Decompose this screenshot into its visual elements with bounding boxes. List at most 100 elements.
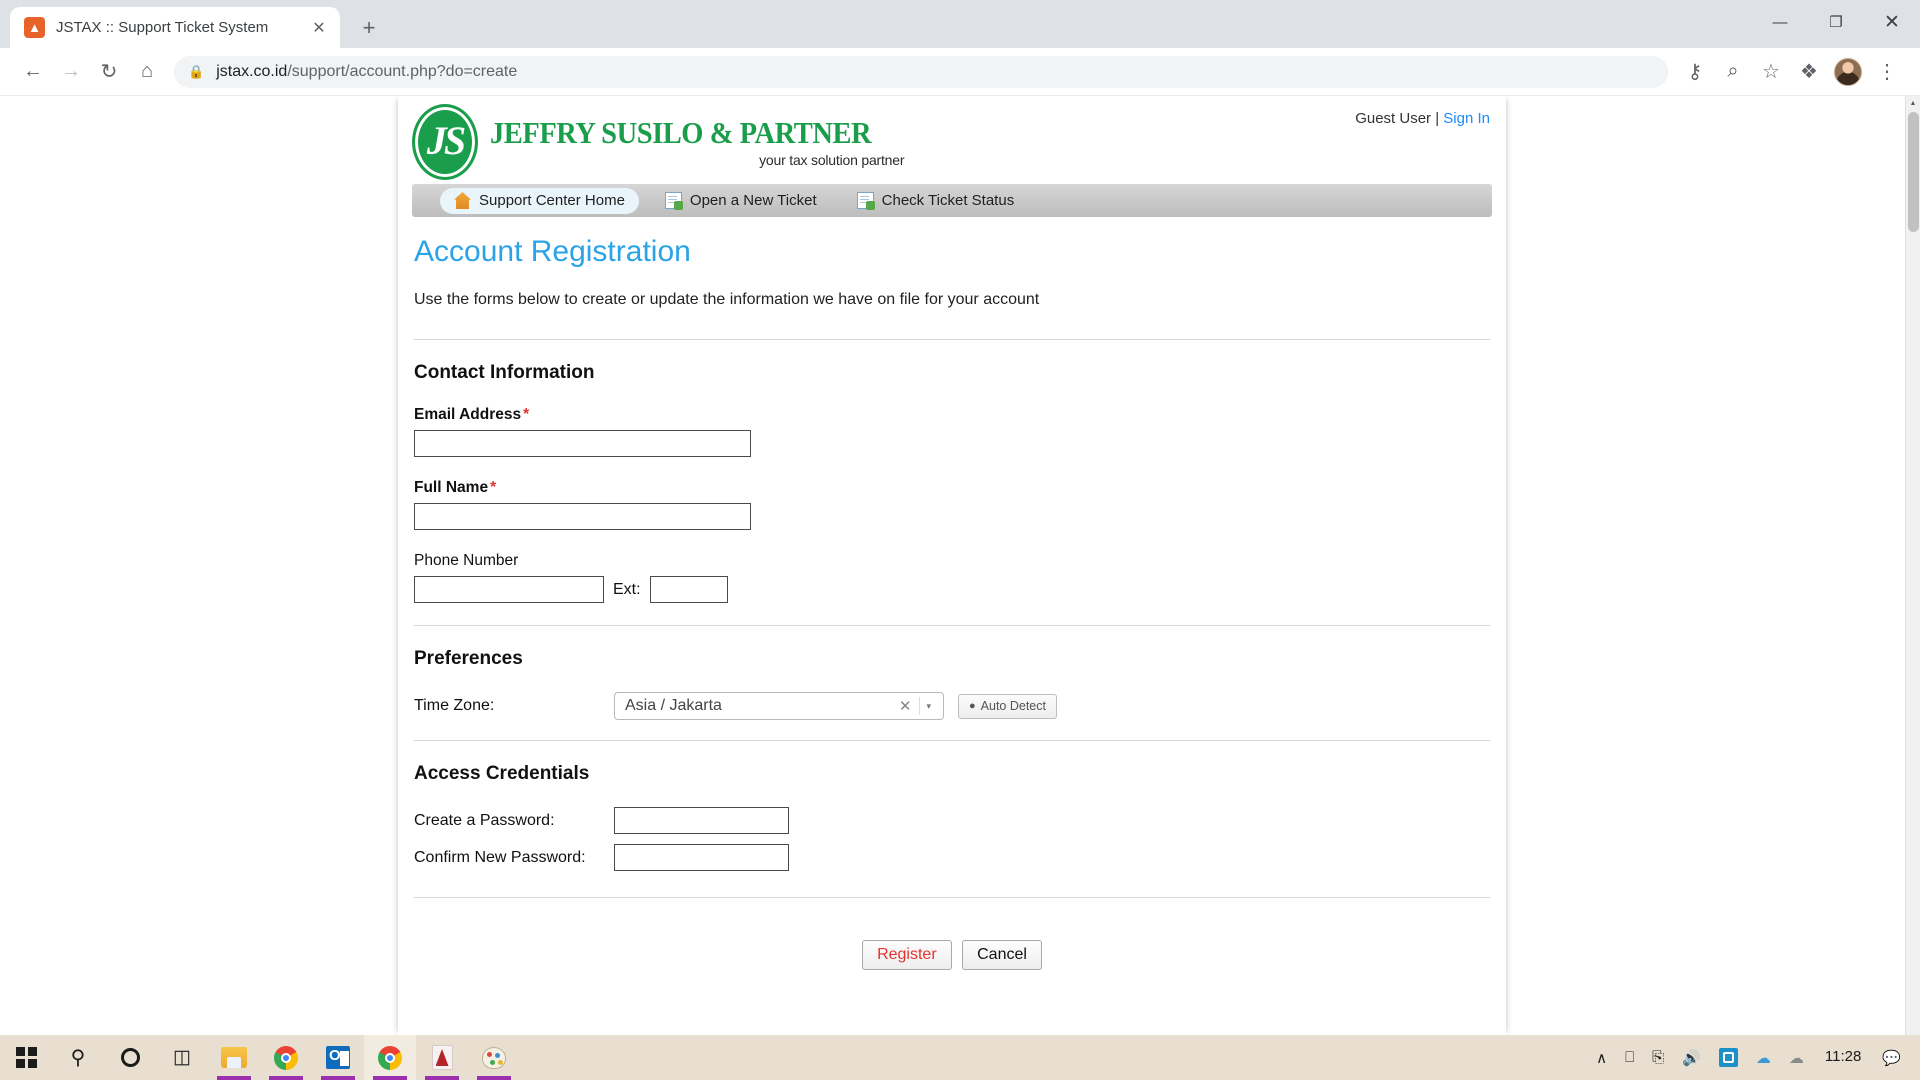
monitor-icon[interactable]: ⎘ [1643,1049,1673,1066]
task-view-button[interactable]: ◫ [156,1035,208,1080]
extensions-puzzle-icon[interactable]: ❖ [1790,53,1828,91]
outlook-button[interactable] [312,1035,364,1080]
create-password-row: Create a Password: [414,807,1490,834]
profile-avatar[interactable] [1834,57,1862,86]
app-tray-icon[interactable] [1710,1048,1747,1067]
acrobat-button[interactable] [416,1035,468,1080]
tab-title: JSTAX :: Support Ticket System [56,19,269,36]
scrollbar-thumb[interactable] [1908,112,1919,232]
chrome-menu-icon[interactable]: ⋮ [1868,53,1906,91]
display-icon[interactable]: ⎕ [1616,1049,1643,1066]
nav-tab-support-center-home[interactable]: Support Center Home [440,187,639,214]
minimize-button[interactable]: — [1752,0,1808,44]
windows-taskbar: ⚲ ◫ ∧ ⎕ ⎘ 🔊 ☁ ☁ 11:28 💬 [0,1035,1920,1080]
ext-input[interactable] [649,576,728,603]
new-tab-button[interactable]: + [352,11,386,45]
logo-company-name: JEFFRY SUSILO & PARTNER [490,114,872,150]
nav-tab-check-ticket-status[interactable]: Check Ticket Status [843,188,1029,214]
section-title-preferences: Preferences [414,648,523,669]
form-actions: Register Cancel [414,920,1490,998]
task-view-icon: ◫ [173,1047,191,1068]
user-area: Guest User | Sign In [1355,110,1490,127]
fullname-label: Full Name * [414,479,1490,497]
paint-button[interactable] [468,1035,520,1080]
onedrive-icon[interactable]: ☁ [1747,1049,1780,1067]
maximize-button[interactable]: ❐ [1808,0,1864,44]
lock-icon: 🔒 [188,63,205,79]
home-icon[interactable]: ⌂ [128,53,166,91]
address-bar[interactable]: 🔒 jstax.co.id/support/account.php?do=cre… [174,55,1668,88]
check-status-icon [856,192,875,210]
phone-label: Phone Number [414,552,519,569]
cloud-icon[interactable]: ☁ [1780,1049,1813,1067]
chrome-button[interactable] [260,1035,312,1080]
search-icon: ⚲ [70,1047,86,1069]
email-input[interactable] [414,430,751,457]
nav-tab-open-new-ticket[interactable]: Open a New Ticket [651,188,831,214]
password-key-icon[interactable]: ⚷ [1676,53,1714,91]
scroll-up-arrow-icon[interactable]: ▲ [1906,96,1920,111]
email-label: Email Address * [414,406,1490,424]
chrome-browser-window: ▲ JSTAX :: Support Ticket System ✕ + — ❐… [0,0,1920,1035]
sign-in-link[interactable]: Sign In [1443,110,1490,127]
page-title: Account Registration [414,235,691,268]
timezone-label: Time Zone: [414,697,495,714]
taskbar-clock[interactable]: 11:28 [1813,1049,1873,1066]
close-icon[interactable]: ✕ [308,17,330,39]
browser-tab[interactable]: ▲ JSTAX :: Support Ticket System ✕ [10,7,340,48]
reload-icon[interactable]: ↻ [90,53,128,91]
auto-detect-button[interactable]: ● Auto Detect [958,693,1057,719]
phone-input[interactable] [414,576,604,603]
jstax-favicon: ▲ [24,17,45,38]
search-button[interactable]: ⚲ [52,1035,104,1080]
phone-field-group: Phone Number Ext: [414,552,1490,603]
browser-toolbar: ← → ↻ ⌂ 🔒 jstax.co.id/support/account.ph… [0,48,1920,96]
file-explorer-button[interactable] [208,1035,260,1080]
confirm-password-row: Confirm New Password: [414,844,1490,871]
ext-label: Ext: [613,580,641,598]
fullname-input[interactable] [414,503,751,530]
site-header: JS JEFFRY SUSILO & PARTNER your tax solu… [398,96,1506,184]
timezone-select[interactable]: Asia / Jakarta ✕ ▾ [614,692,944,720]
forward-icon[interactable]: → [52,53,90,91]
site-logo[interactable]: JS JEFFRY SUSILO & PARTNER your tax solu… [412,104,905,180]
chrome-active-button[interactable] [364,1035,416,1080]
tray-expand-chevron-icon[interactable]: ∧ [1587,1049,1616,1067]
cortana-circle-icon [120,1048,140,1067]
notification-center-icon[interactable]: 💬 [1873,1049,1910,1067]
start-button[interactable] [0,1035,52,1080]
clear-icon[interactable]: ✕ [891,697,920,715]
cortana-button[interactable] [104,1035,156,1080]
logo-badge-icon: JS [412,104,478,180]
website-page: JS JEFFRY SUSILO & PARTNER your tax solu… [398,96,1506,1035]
toolbar-right-icons: ⚷ ⌕ ☆ ❖ ⋮ [1676,53,1906,91]
cancel-button[interactable]: Cancel [962,940,1042,970]
page-viewport: JS JEFFRY SUSILO & PARTNER your tax solu… [0,96,1920,1035]
confirm-password-label: Confirm New Password: [414,848,586,866]
location-pin-icon: ● [969,700,976,712]
logo-monogram: JS [426,117,466,163]
outlook-icon [326,1046,350,1069]
fullname-field-group: Full Name * [414,479,1490,530]
back-icon[interactable]: ← [14,53,52,91]
page-scrollbar[interactable]: ▲ [1905,96,1920,1035]
required-mark: * [490,479,497,496]
new-ticket-icon [664,192,683,210]
url-path: /support/account.php?do=create [287,62,518,80]
create-password-input[interactable] [614,807,789,834]
chevron-down-icon[interactable]: ▾ [920,701,937,712]
confirm-password-input[interactable] [614,844,789,871]
register-button[interactable]: Register [862,940,952,970]
url-domain: jstax.co.id [216,62,288,80]
divider [414,897,1490,898]
required-mark: * [523,406,530,423]
divider [414,625,1490,626]
volume-icon[interactable]: 🔊 [1673,1049,1710,1067]
bookmark-star-icon[interactable]: ☆ [1752,53,1790,91]
acrobat-pdf-icon [431,1045,453,1070]
zoom-search-icon[interactable]: ⌕ [1714,53,1752,91]
logo-tagline: your tax solution partner [759,151,905,168]
guest-user-label: Guest User [1355,110,1432,127]
timezone-value: Asia / Jakarta [625,697,722,714]
close-window-button[interactable]: ✕ [1864,0,1920,44]
